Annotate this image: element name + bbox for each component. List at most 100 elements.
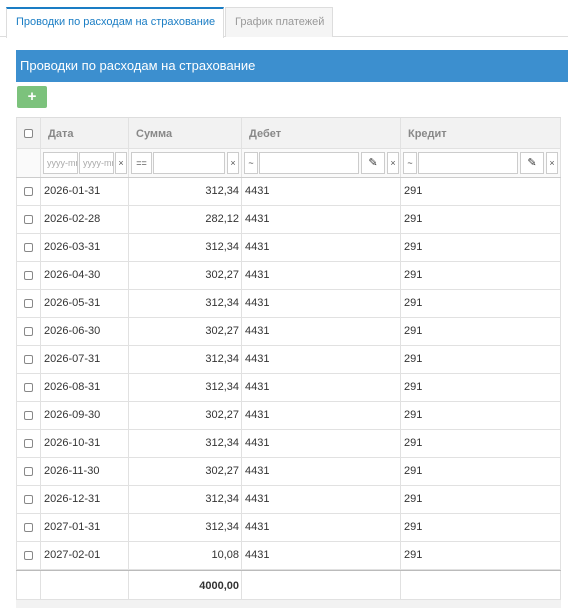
row-date: 2026-04-30 xyxy=(40,262,128,289)
debit-filter: ~ ✎ × xyxy=(241,149,400,177)
table-row[interactable]: 2026-11-30 302,27 4431 291 xyxy=(16,458,561,486)
panel-title: Проводки по расходам на страхование xyxy=(16,50,568,82)
row-select-cell xyxy=(16,514,40,541)
row-select-cell xyxy=(16,402,40,429)
amount-operator-select[interactable]: == xyxy=(131,152,152,174)
row-select-cell xyxy=(16,374,40,401)
table-row[interactable]: 2026-06-30 302,27 4431 291 xyxy=(16,318,561,346)
row-amount: 312,34 xyxy=(128,290,241,317)
row-checkbox[interactable] xyxy=(24,215,33,224)
row-credit: 291 xyxy=(400,206,561,233)
row-checkbox[interactable] xyxy=(24,467,33,476)
table-row[interactable]: 2026-04-30 302,27 4431 291 xyxy=(16,262,561,290)
row-credit: 291 xyxy=(400,262,561,289)
amount-filter-clear-icon[interactable]: × xyxy=(227,152,239,174)
table-row[interactable]: 2027-02-01 10,08 4431 291 xyxy=(16,542,561,570)
date-filter-clear-icon[interactable]: × xyxy=(115,152,127,174)
row-amount: 312,34 xyxy=(128,374,241,401)
select-all-checkbox[interactable] xyxy=(24,129,33,138)
table-row[interactable]: 2026-01-31 312,34 4431 291 xyxy=(16,178,561,206)
table-row[interactable]: 2026-03-31 312,34 4431 291 xyxy=(16,234,561,262)
column-header-amount[interactable]: Сумма xyxy=(128,118,241,148)
grid-pager xyxy=(16,600,561,608)
row-debit: 4431 xyxy=(241,206,400,233)
filter-row: yyyy-mm-dd yyyy-mm-dd × == × ~ ✎ × ~ ✎ × xyxy=(16,149,561,178)
column-header-debit[interactable]: Дебет xyxy=(241,118,400,148)
row-checkbox[interactable] xyxy=(24,523,33,532)
table-row[interactable]: 2026-07-31 312,34 4431 291 xyxy=(16,346,561,374)
column-header-credit[interactable]: Кредит xyxy=(400,118,561,148)
table-row[interactable]: 2027-01-31 312,34 4431 291 xyxy=(16,514,561,542)
table-row[interactable]: 2026-05-31 312,34 4431 291 xyxy=(16,290,561,318)
plus-icon: + xyxy=(27,88,37,105)
tab-payment-schedule[interactable]: График платежей xyxy=(225,7,333,37)
row-checkbox[interactable] xyxy=(24,495,33,504)
row-credit: 291 xyxy=(400,318,561,345)
row-debit: 4431 xyxy=(241,290,400,317)
row-select-cell xyxy=(16,262,40,289)
row-checkbox[interactable] xyxy=(24,439,33,448)
row-amount: 10,08 xyxy=(128,542,241,569)
totals-spacer xyxy=(16,571,40,599)
debit-filter-pencil-icon[interactable]: ✎ xyxy=(361,152,385,174)
row-date: 2027-02-01 xyxy=(40,542,128,569)
totals-date-cell xyxy=(40,571,128,599)
column-header-date[interactable]: Дата xyxy=(40,118,128,148)
row-amount: 312,34 xyxy=(128,234,241,261)
row-checkbox[interactable] xyxy=(24,355,33,364)
row-amount: 302,27 xyxy=(128,262,241,289)
row-select-cell xyxy=(16,458,40,485)
grid-body: 2026-01-31 312,34 4431 291 2026-02-28 282,12 4… xyxy=(16,178,561,570)
row-credit: 291 xyxy=(400,486,561,513)
row-date: 2026-02-28 xyxy=(40,206,128,233)
row-credit: 291 xyxy=(400,346,561,373)
row-amount: 302,27 xyxy=(128,402,241,429)
row-amount: 282,12 xyxy=(128,206,241,233)
row-credit: 291 xyxy=(400,178,561,205)
row-select-cell xyxy=(16,430,40,457)
table-row[interactable]: 2026-08-31 312,34 4431 291 xyxy=(16,374,561,402)
credit-filter: ~ ✎ × xyxy=(400,149,561,177)
row-debit: 4431 xyxy=(241,318,400,345)
row-debit: 4431 xyxy=(241,430,400,457)
row-debit: 4431 xyxy=(241,178,400,205)
amount-filter-input[interactable] xyxy=(153,152,225,174)
table-row[interactable]: 2026-02-28 282,12 4431 291 xyxy=(16,206,561,234)
credit-filter-clear-icon[interactable]: × xyxy=(546,152,558,174)
row-checkbox[interactable] xyxy=(24,383,33,392)
debit-filter-input[interactable] xyxy=(259,152,359,174)
row-select-cell xyxy=(16,206,40,233)
debit-operator-select[interactable]: ~ xyxy=(244,152,258,174)
table-row[interactable]: 2026-09-30 302,27 4431 291 xyxy=(16,402,561,430)
row-checkbox[interactable] xyxy=(24,187,33,196)
table-row[interactable]: 2026-12-31 312,34 4431 291 xyxy=(16,486,561,514)
row-date: 2026-03-31 xyxy=(40,234,128,261)
row-checkbox[interactable] xyxy=(24,271,33,280)
row-date: 2026-05-31 xyxy=(40,290,128,317)
tab-insurance-postings[interactable]: Проводки по расходам на страхование xyxy=(6,7,224,38)
credit-operator-select[interactable]: ~ xyxy=(403,152,417,174)
date-to-filter-input[interactable]: yyyy-mm-dd xyxy=(79,152,114,174)
row-select-cell xyxy=(16,486,40,513)
row-checkbox[interactable] xyxy=(24,327,33,336)
row-date: 2026-09-30 xyxy=(40,402,128,429)
row-amount: 312,34 xyxy=(128,514,241,541)
row-checkbox[interactable] xyxy=(24,411,33,420)
credit-filter-input[interactable] xyxy=(418,152,518,174)
row-debit: 4431 xyxy=(241,542,400,569)
table-row[interactable]: 2026-10-31 312,34 4431 291 xyxy=(16,430,561,458)
row-checkbox[interactable] xyxy=(24,551,33,560)
date-filter: yyyy-mm-dd yyyy-mm-dd × xyxy=(40,149,128,177)
debit-filter-clear-icon[interactable]: × xyxy=(387,152,399,174)
row-date: 2026-06-30 xyxy=(40,318,128,345)
row-amount: 312,34 xyxy=(128,430,241,457)
add-button[interactable]: + xyxy=(17,86,47,108)
totals-debit-cell xyxy=(241,571,400,599)
credit-filter-pencil-icon[interactable]: ✎ xyxy=(520,152,544,174)
date-from-filter-input[interactable]: yyyy-mm-dd xyxy=(43,152,78,174)
row-checkbox[interactable] xyxy=(24,243,33,252)
total-amount: 4000,00 xyxy=(128,571,241,599)
row-credit: 291 xyxy=(400,514,561,541)
row-checkbox[interactable] xyxy=(24,299,33,308)
tab-bar: Проводки по расходам на страхование Граф… xyxy=(0,0,568,38)
